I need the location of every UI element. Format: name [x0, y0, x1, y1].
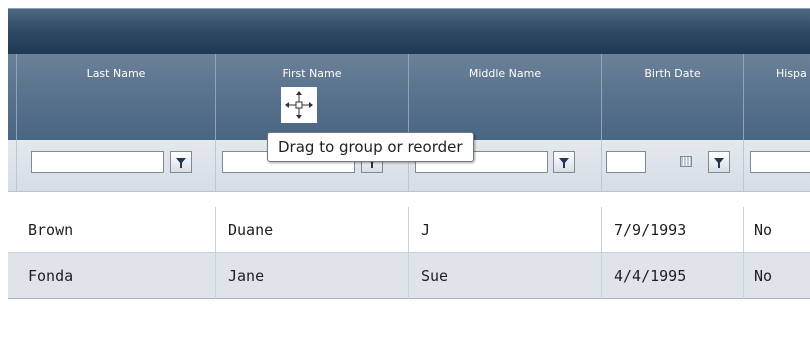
cell-first-name: Duane — [216, 207, 409, 253]
header-middle-name[interactable]: Middle Name — [409, 54, 602, 140]
filter-cell-birth-date — [602, 140, 744, 191]
filter-cell-last-name — [16, 140, 216, 191]
cell-hispanic: No — [754, 221, 773, 239]
cell-birth-date: 4/4/1995 — [602, 253, 744, 299]
header-hispanic[interactable]: Hispa — [744, 54, 810, 140]
cell-hispanic: No — [754, 267, 773, 285]
move-cursor-icon — [281, 87, 317, 123]
filter-funnel-icon — [714, 158, 724, 168]
column-header-row: Last Name First Name Middle Name Birth D… — [8, 54, 810, 140]
table-row[interactable]: Brown Duane J 7/9/1993 No — [8, 207, 810, 253]
cell-birth-date: 7/9/1993 — [602, 207, 744, 253]
drag-tooltip: Drag to group or reorder — [267, 132, 474, 162]
filter-input-hispanic[interactable] — [750, 151, 810, 173]
filter-button-last-name[interactable] — [170, 151, 192, 173]
filter-button-birth-date[interactable] — [708, 151, 730, 173]
cell-last-name: Brown — [16, 207, 216, 253]
filter-funnel-icon — [559, 158, 569, 168]
calendar-icon[interactable] — [680, 156, 692, 167]
header-last-name[interactable]: Last Name — [16, 54, 216, 140]
cell-middle-name: Sue — [409, 253, 602, 299]
header-birth-date[interactable]: Birth Date — [602, 54, 744, 140]
filter-funnel-icon — [176, 158, 186, 168]
cell-middle-name: J — [409, 207, 602, 253]
filter-button-middle-name[interactable] — [553, 151, 575, 173]
cell-last-name: Fonda — [16, 253, 216, 299]
filter-input-last-name[interactable] — [31, 151, 164, 173]
group-panel[interactable] — [8, 8, 810, 55]
table-row[interactable]: Fonda Jane Sue 4/4/1995 No — [8, 253, 810, 299]
filter-cell-hispanic — [744, 140, 810, 191]
filter-input-birth-date[interactable] — [606, 151, 646, 173]
cell-first-name: Jane — [216, 253, 409, 299]
